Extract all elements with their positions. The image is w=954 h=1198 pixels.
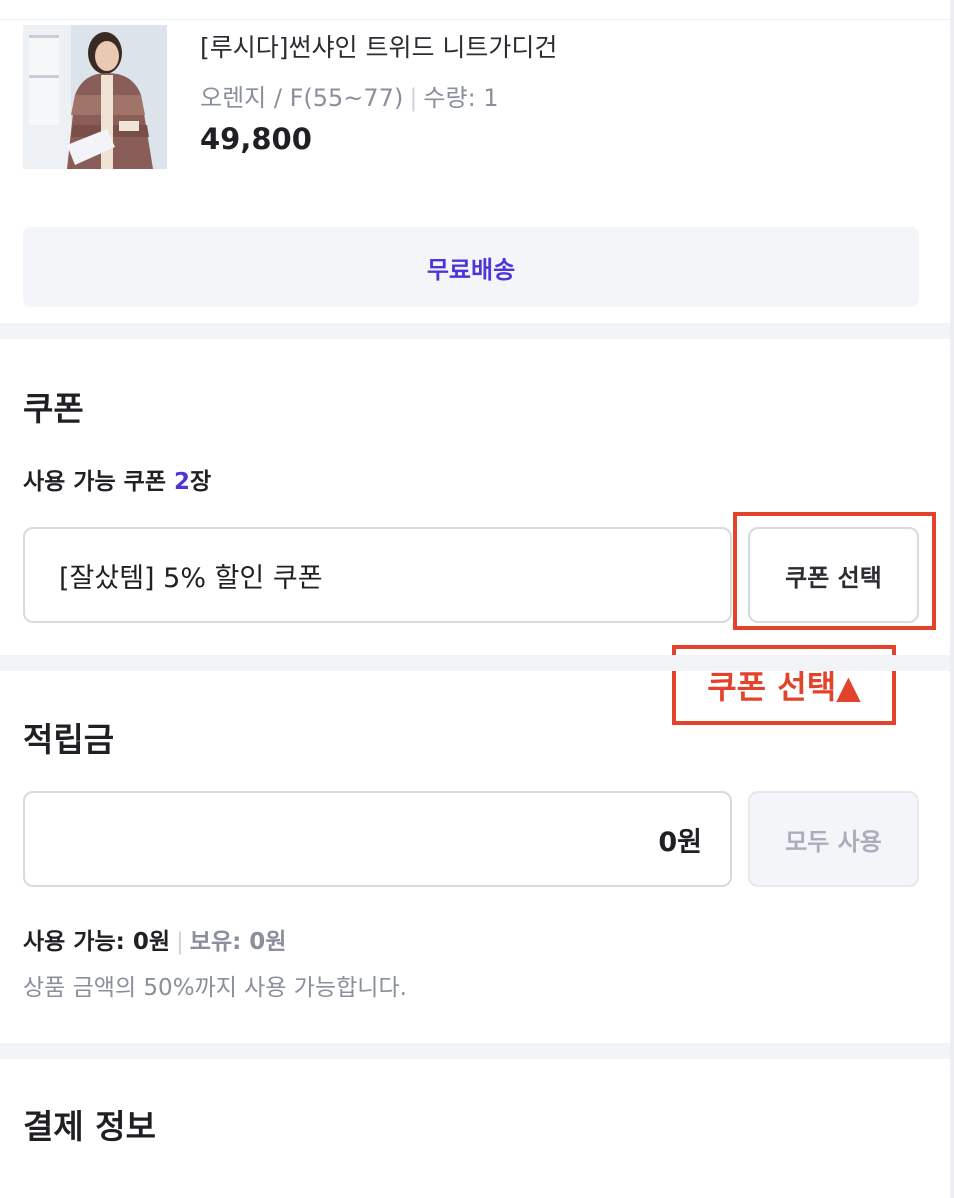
product-option: 오렌지 / F(55~77) | 수량: 1: [200, 78, 499, 113]
points-balance: 사용 가능: 0원 | 보유: 0원: [23, 922, 286, 956]
option-divider: |: [409, 84, 418, 112]
coupon-count-label: 사용 가능 쿠폰: [23, 469, 174, 495]
product-price: 49,800: [200, 122, 312, 156]
points-divider: |: [176, 929, 184, 955]
checkout-page: [루시다]썬샤인 트위드 니트가디건 오렌지 / F(55~77) | 수량: 1 …: [0, 0, 954, 1198]
section-divider: [0, 323, 950, 339]
coupon-available-count: 사용 가능 쿠폰 2장: [23, 462, 211, 496]
scrollbar-track: [950, 0, 954, 1198]
coupon-count-unit: 장: [190, 469, 212, 495]
selected-coupon-text: [잘샀템] 5% 할인 쿠폰: [59, 562, 323, 594]
product-name: [루시다]썬샤인 트위드 니트가디건: [200, 33, 558, 62]
points-held: 보유: 0원: [189, 929, 287, 955]
points-input-value: 0원: [658, 826, 702, 858]
product-option-value: 오렌지 / F(55~77): [200, 84, 404, 112]
product-image: [23, 25, 167, 169]
points-input[interactable]: 0원: [23, 791, 732, 887]
points-available: 사용 가능: 0원: [23, 929, 171, 955]
product-quantity: 수량: 1: [423, 84, 499, 112]
annotation-highlight-box: [733, 512, 936, 630]
use-all-points-button[interactable]: 모두 사용: [748, 791, 919, 887]
shipping-badge: 무료배송: [23, 227, 919, 307]
section-divider: [0, 655, 950, 671]
top-strip: [0, 0, 950, 20]
payment-section-title: 결제 정보: [23, 1107, 156, 1146]
coupon-section-title: 쿠폰: [23, 389, 84, 428]
points-usage-note: 상품 금액의 50%까지 사용 가능합니다.: [23, 975, 407, 1001]
coupon-select-field[interactable]: [잘샀템] 5% 할인 쿠폰: [23, 527, 732, 623]
coupon-count-number: 2: [173, 469, 190, 495]
points-section-title: 적립금: [23, 720, 115, 759]
section-divider: [0, 1043, 950, 1059]
